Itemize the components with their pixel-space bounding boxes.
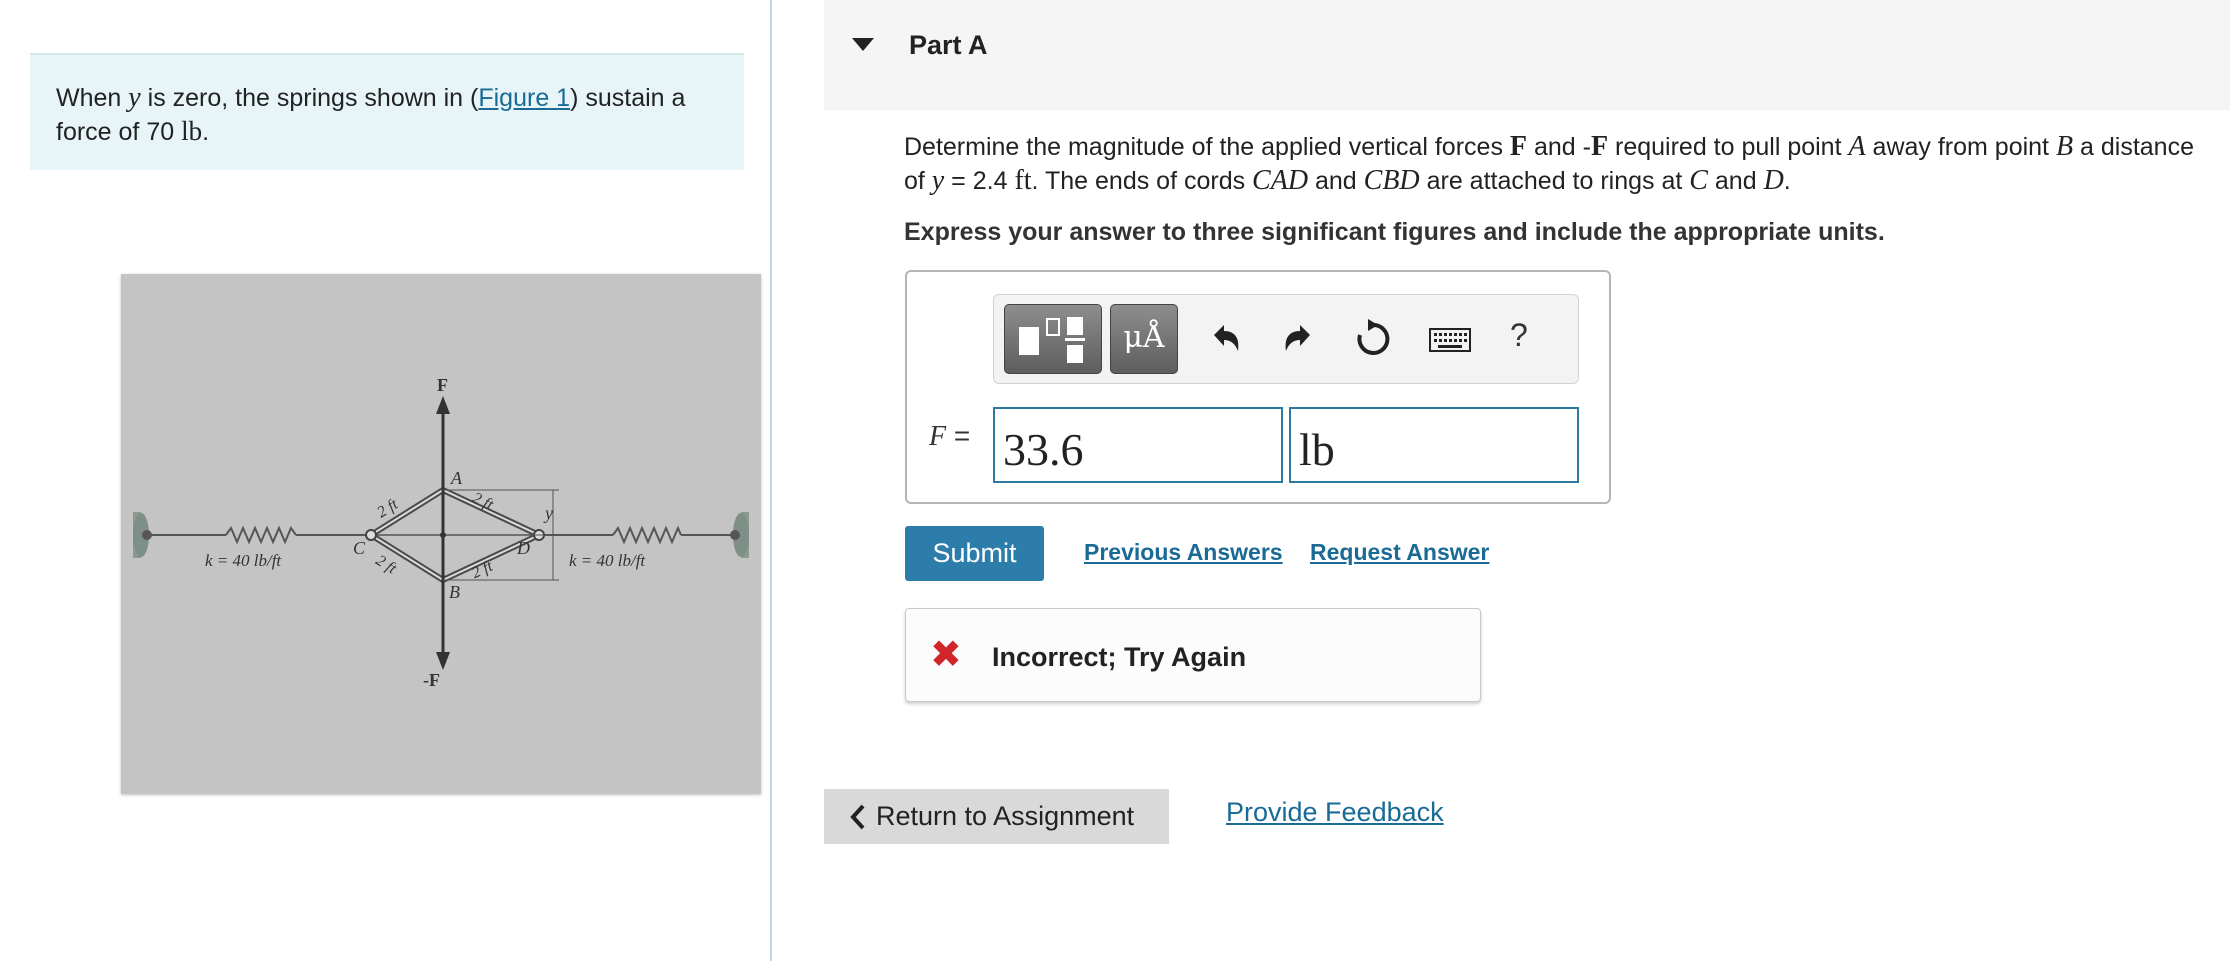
question-text-part: required to pull point <box>1608 133 1849 161</box>
question-text-part: . The ends of cords <box>1031 167 1253 195</box>
feedback-message: ✖ Incorrect; Try Again <box>905 608 1481 702</box>
problem-statement-pane: When y is zero, the springs shown in (Fi… <box>0 0 770 961</box>
question-text-part: . <box>1783 167 1791 195</box>
question-text-part: are attached to rings at <box>1419 167 1690 195</box>
question-var: C <box>1689 165 1708 196</box>
math-toolbar: μÅ ? <box>993 294 1579 384</box>
question-var: CAD <box>1252 165 1309 196</box>
question-var: D <box>1763 165 1784 196</box>
feedback-text: Incorrect; Try Again <box>992 642 1247 672</box>
submit-button[interactable]: Submit <box>905 526 1044 581</box>
incorrect-x-icon: ✖ <box>930 634 962 676</box>
answer-equals: = <box>946 420 971 451</box>
question-text-part: = 2.4 <box>944 167 1015 195</box>
label-2ft: 2 ft <box>373 552 400 578</box>
answer-var: F <box>929 421 947 452</box>
intro-text: . <box>202 118 210 146</box>
force-up-arrow <box>436 396 450 414</box>
question-text-part: away from point <box>1865 133 2056 161</box>
question-var: CBD <box>1363 165 1420 196</box>
figure-1: F -F A B C D y 2 ft 2 ft 2 ft 2 ft k = 4… <box>121 274 761 794</box>
answer-variable-label: F = <box>929 420 970 453</box>
part-title: Part A <box>909 30 988 60</box>
previous-answers-link[interactable]: Previous Answers <box>1084 539 1283 566</box>
undo-icon[interactable] <box>1200 313 1250 365</box>
help-button[interactable]: ? <box>1510 317 1528 354</box>
right-spring <box>612 525 682 545</box>
units-button[interactable]: μÅ <box>1110 304 1178 374</box>
label-f: F <box>437 375 448 395</box>
figure-link[interactable]: Figure 1 <box>478 84 570 112</box>
label-neg-f: -F <box>423 670 440 690</box>
label-k-right: k = 40 lb/ft <box>569 551 646 570</box>
collapse-caret-icon[interactable] <box>852 38 874 51</box>
question-text-part: Determine the magnitude of the applied v… <box>904 133 1510 161</box>
label-d: D <box>516 538 530 558</box>
answer-instruction: Express your answer to three significant… <box>904 218 1885 246</box>
spring-diagram: F -F A B C D y 2 ft 2 ft 2 ft 2 ft k = 4… <box>133 375 749 690</box>
label-c: C <box>353 538 366 558</box>
answer-unit-input[interactable] <box>1289 407 1579 483</box>
problem-intro: When y is zero, the springs shown in (Fi… <box>30 53 744 170</box>
label-k-left: k = 40 lb/ft <box>205 551 282 570</box>
part-a-header[interactable]: Part A <box>824 0 2230 110</box>
question-unit: ft <box>1014 165 1032 196</box>
provide-feedback-link[interactable]: Provide Feedback <box>1226 797 1444 828</box>
intro-unit: lb <box>181 116 203 146</box>
chevron-left-icon <box>850 804 865 830</box>
pane-divider <box>770 0 772 961</box>
question-var: A <box>1848 131 1866 162</box>
ring-c <box>365 529 377 541</box>
question-text: Determine the magnitude of the applied v… <box>904 130 2204 198</box>
redo-icon[interactable] <box>1274 313 1324 365</box>
force-down-arrow <box>436 652 450 670</box>
keyboard-icon[interactable] <box>1424 313 1480 365</box>
question-text-part: and <box>1707 167 1764 195</box>
templates-icon <box>1019 317 1085 363</box>
request-answer-link[interactable]: Request Answer <box>1310 539 1489 566</box>
reset-icon[interactable] <box>1348 313 1398 365</box>
question-var: F <box>1509 131 1527 162</box>
intro-var-y: y <box>128 82 141 113</box>
return-to-assignment-button[interactable]: Return to Assignment <box>824 789 1169 844</box>
templates-button[interactable] <box>1004 304 1102 374</box>
question-text-part: and <box>1308 167 1364 195</box>
answer-box: μÅ ? F = <box>905 270 1611 504</box>
intro-text: When <box>56 84 129 112</box>
intro-text: is zero, the springs shown in ( <box>140 84 479 112</box>
answer-value-input[interactable] <box>993 407 1283 483</box>
question-text-part: and - <box>1527 133 1591 161</box>
question-var: y <box>931 165 945 196</box>
label-2ft: 2 ft <box>469 558 496 582</box>
label-b: B <box>449 582 460 602</box>
return-label: Return to Assignment <box>876 801 1135 831</box>
label-y: y <box>543 503 553 523</box>
question-var: B <box>2055 131 2074 162</box>
label-a: A <box>450 468 463 488</box>
question-var: F <box>1590 131 1609 162</box>
left-spring <box>225 525 297 545</box>
